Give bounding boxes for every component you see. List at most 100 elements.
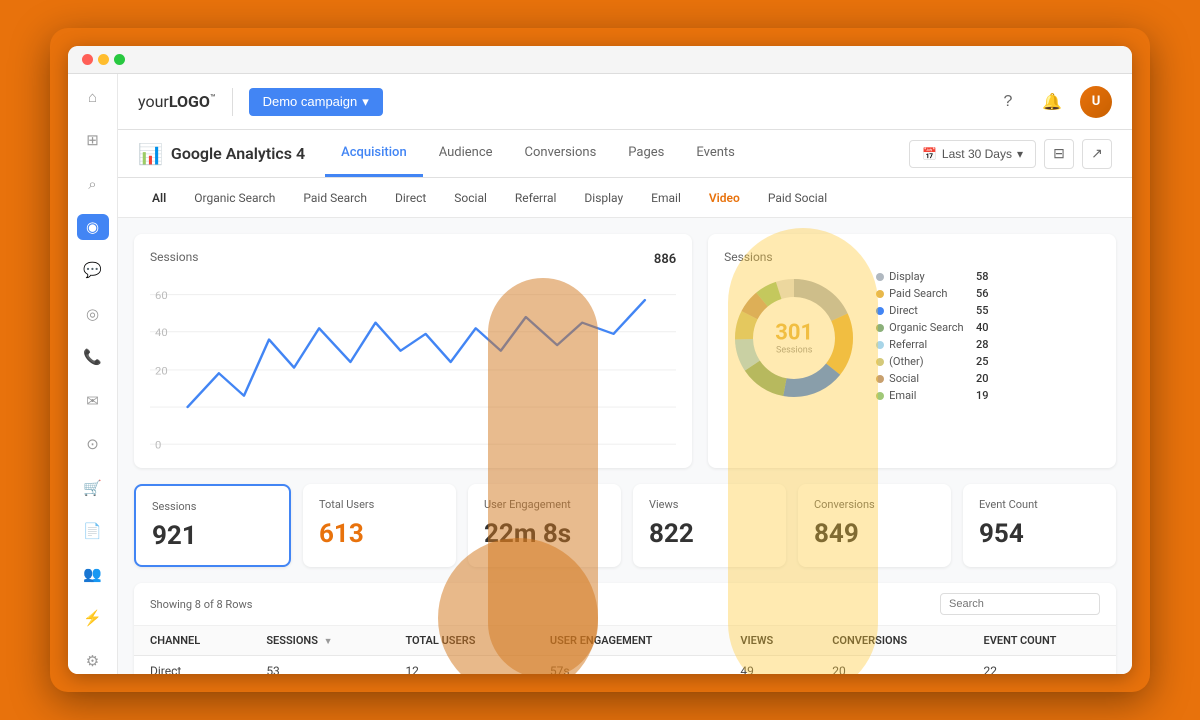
legend-dot-organic bbox=[876, 324, 884, 332]
metric-events-label: Event Count bbox=[979, 498, 1100, 511]
app-header: yourLOGO™ Demo campaign ▾ ? 🔔 U bbox=[118, 74, 1132, 130]
metric-total-users[interactable]: Total Users 613 bbox=[303, 484, 456, 567]
legend-dot-email bbox=[876, 392, 884, 400]
sessions-chart-card: Sessions 886 bbox=[134, 234, 692, 468]
filter-bar: All Organic Search Paid Search Direct So… bbox=[118, 178, 1132, 218]
row-users: 12 bbox=[389, 656, 533, 675]
donut-center-label: Sessions bbox=[775, 346, 813, 356]
date-range-button[interactable]: 📅 Last 30 Days ▾ bbox=[909, 140, 1036, 168]
metric-sessions[interactable]: Sessions 921 bbox=[134, 484, 291, 567]
app-layout: ⌂ ⊞ ⌕ ◉ 💬 ◎ 📞 ✉ ⊙ 🛒 📄 👥 ⚡ ⚙ bbox=[68, 74, 1132, 674]
nav-tabs: Acquisition Audience Conversions Pages E… bbox=[325, 131, 909, 177]
metric-event-count[interactable]: Event Count 954 bbox=[963, 484, 1116, 567]
mail-icon[interactable]: ✉ bbox=[77, 388, 109, 413]
row-conversions: 20 bbox=[816, 656, 967, 675]
home-icon[interactable]: ⌂ bbox=[77, 84, 109, 109]
share-button[interactable]: ↗ bbox=[1082, 139, 1112, 169]
svg-text:20: 20 bbox=[155, 365, 168, 377]
header-right: ? 🔔 U bbox=[992, 86, 1112, 118]
filter-organic-search[interactable]: Organic Search bbox=[180, 181, 289, 215]
legend-referral: Referral 28 bbox=[876, 338, 988, 351]
metric-user-engagement[interactable]: User Engagement 22m 8s bbox=[468, 484, 621, 567]
table-card: Showing 8 of 8 Rows CHANNEL SESSIONS ▼ T… bbox=[134, 583, 1116, 674]
col-conversions[interactable]: CONVERSIONS bbox=[816, 626, 967, 656]
doc-icon[interactable]: 📄 bbox=[77, 518, 109, 543]
chat-icon[interactable]: 💬 bbox=[77, 258, 109, 283]
table-search-input[interactable] bbox=[940, 593, 1100, 615]
filter-video[interactable]: Video bbox=[695, 181, 754, 215]
location-icon[interactable]: ⊙ bbox=[77, 431, 109, 456]
sessions-line-svg: 60 40 20 0 bbox=[150, 272, 676, 452]
metrics-row: Sessions 921 Total Users 613 User Engage… bbox=[134, 484, 1116, 567]
col-total-users[interactable]: TOTAL USERS bbox=[389, 626, 533, 656]
chart-icon[interactable]: ◉ bbox=[77, 214, 109, 239]
people-icon[interactable]: 👥 bbox=[77, 562, 109, 587]
filter-paid-search[interactable]: Paid Search bbox=[289, 181, 381, 215]
svg-text:40: 40 bbox=[155, 327, 168, 339]
columns-button[interactable]: ⊟ bbox=[1044, 139, 1074, 169]
grid-icon[interactable]: ⊞ bbox=[77, 127, 109, 152]
metric-views[interactable]: Views 822 bbox=[633, 484, 786, 567]
metric-users-value: 613 bbox=[319, 519, 440, 549]
notifications-button[interactable]: 🔔 bbox=[1036, 86, 1068, 118]
filter-direct[interactable]: Direct bbox=[381, 181, 440, 215]
legend-dot-paid-search bbox=[876, 290, 884, 298]
main-content: yourLOGO™ Demo campaign ▾ ? 🔔 U bbox=[118, 74, 1132, 674]
filter-social[interactable]: Social bbox=[440, 181, 501, 215]
charts-row: Sessions 886 bbox=[134, 234, 1116, 468]
tab-audience[interactable]: Audience bbox=[423, 131, 509, 177]
col-views[interactable]: VIEWS bbox=[724, 626, 816, 656]
browser-dots bbox=[82, 54, 125, 65]
tab-conversions[interactable]: Conversions bbox=[509, 131, 613, 177]
filter-all[interactable]: All bbox=[138, 181, 180, 215]
metric-conversions-label: Conversions bbox=[814, 498, 935, 511]
legend-dot-social bbox=[876, 375, 884, 383]
data-table: CHANNEL SESSIONS ▼ TOTAL USERS USER ENGA… bbox=[134, 626, 1116, 674]
browser-window: ⌂ ⊞ ⌕ ◉ 💬 ◎ 📞 ✉ ⊙ 🛒 📄 👥 ⚡ ⚙ bbox=[68, 46, 1132, 674]
filter-display[interactable]: Display bbox=[570, 181, 637, 215]
filter-referral[interactable]: Referral bbox=[501, 181, 571, 215]
sessions-chart-title: Sessions bbox=[150, 250, 198, 264]
demo-campaign-button[interactable]: Demo campaign ▾ bbox=[249, 88, 383, 116]
col-user-engagement[interactable]: USER ENGAGEMENT bbox=[534, 626, 725, 656]
row-events: 22 bbox=[968, 656, 1116, 675]
search-icon[interactable]: ⌕ bbox=[77, 171, 109, 196]
legend-dot-display bbox=[876, 273, 884, 281]
help-button[interactable]: ? bbox=[992, 86, 1024, 118]
cart-icon[interactable]: 🛒 bbox=[77, 475, 109, 500]
col-sessions[interactable]: SESSIONS ▼ bbox=[250, 626, 389, 656]
col-channel[interactable]: CHANNEL bbox=[134, 626, 250, 656]
metric-conversions[interactable]: Conversions 849 bbox=[798, 484, 951, 567]
row-sessions: 53 bbox=[250, 656, 389, 675]
settings-icon[interactable]: ⚙ bbox=[77, 648, 109, 673]
row-engagement: 57s bbox=[534, 656, 725, 675]
phone-icon[interactable]: 📞 bbox=[77, 345, 109, 370]
donut-center: 301 Sessions bbox=[775, 321, 813, 356]
tab-acquisition[interactable]: Acquisition bbox=[325, 131, 423, 177]
donut-chart-container: 301 Sessions bbox=[724, 268, 864, 408]
metric-sessions-label: Sessions bbox=[152, 500, 273, 513]
eye-icon[interactable]: ◎ bbox=[77, 301, 109, 326]
tab-pages[interactable]: Pages bbox=[612, 131, 680, 177]
legend-dot-other bbox=[876, 358, 884, 366]
donut-legend: Display 58 Paid Search 56 bbox=[876, 270, 988, 406]
filter-email[interactable]: Email bbox=[637, 181, 695, 215]
tab-events[interactable]: Events bbox=[680, 131, 750, 177]
legend-dot-referral bbox=[876, 341, 884, 349]
metric-sessions-value: 921 bbox=[152, 521, 273, 551]
avatar[interactable]: U bbox=[1080, 86, 1112, 118]
sidebar: ⌂ ⊞ ⌕ ◉ 💬 ◎ 📞 ✉ ⊙ 🛒 📄 👥 ⚡ ⚙ bbox=[68, 74, 118, 674]
sessions-chart-value: 886 bbox=[654, 252, 676, 267]
minimize-dot[interactable] bbox=[98, 54, 109, 65]
legend-dot-direct bbox=[876, 307, 884, 315]
outer-frame: ⌂ ⊞ ⌕ ◉ 💬 ◎ 📞 ✉ ⊙ 🛒 📄 👥 ⚡ ⚙ bbox=[50, 28, 1150, 692]
maximize-dot[interactable] bbox=[114, 54, 125, 65]
close-dot[interactable] bbox=[82, 54, 93, 65]
col-event-count[interactable]: EVENT COUNT bbox=[968, 626, 1116, 656]
plugin-icon[interactable]: ⚡ bbox=[77, 605, 109, 630]
table-header-row: Showing 8 of 8 Rows bbox=[134, 583, 1116, 626]
filter-paid-social[interactable]: Paid Social bbox=[754, 181, 841, 215]
legend-display: Display 58 bbox=[876, 270, 988, 283]
logo-text: yourLOGO™ bbox=[138, 92, 216, 111]
table-row: Direct 53 12 57s 49 20 22 bbox=[134, 656, 1116, 675]
